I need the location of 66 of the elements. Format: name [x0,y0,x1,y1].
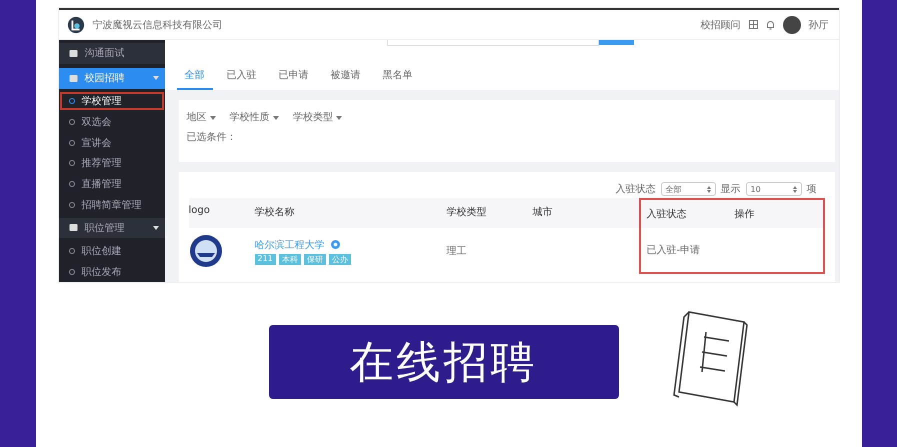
sidebar-group[interactable]: 校园招聘 [58,68,164,89]
sidebar-item[interactable]: 直播管理 [58,174,164,195]
sidebar-item[interactable]: 招聘简章管理 [58,194,164,216]
status-filter-label: 入驻状态 [616,182,656,196]
user-avatar[interactable] [782,16,800,34]
tab[interactable]: 已入驻 [218,64,264,90]
company-name: 宁波魔视云信息科技有限公司 [92,18,222,32]
menu-icon [68,223,78,232]
tab[interactable]: 全部 [176,64,212,90]
sidebar-group[interactable]: 职位管理 [58,218,164,238]
school-tag: 公办 [328,254,351,264]
updown-caret-icon [706,186,710,192]
filter-dropdown[interactable]: 学校类型 [292,110,342,124]
tab[interactable]: 黑名单 [374,64,420,90]
bell-icon[interactable] [766,20,774,30]
table-cell-text: 理工 [446,245,468,258]
filter-dropdown[interactable]: 学校性质 [230,110,279,124]
sidebar-item[interactable]: 宣讲会 [58,132,164,154]
tab[interactable]: 已申请 [270,64,316,90]
menu-icon [68,48,78,58]
column-header: 学校名称 [254,198,446,228]
page-size-select[interactable]: 10 [746,182,802,196]
sidebar-item[interactable]: 职位发布 [58,261,164,282]
banner-title: 在线招聘 [268,325,618,399]
table-cell-text: 已入驻-申请 [646,244,702,257]
dot-icon [68,140,74,146]
menu-icon [68,74,78,83]
caret-icon [272,116,279,120]
column-header: 城市 [532,198,638,228]
tab[interactable]: 被邀请 [322,64,368,90]
school-tag: 211 [254,254,276,264]
sidebar-group[interactable]: 沟通面试 [58,43,164,64]
updown-caret-icon [792,186,796,192]
filter-dropdown[interactable]: 地区 [186,110,216,124]
dot-icon [68,118,74,125]
user-name[interactable]: 孙厅 [808,18,828,32]
sidebar-item[interactable]: 学校管理 [58,90,164,112]
caret-icon [210,116,216,120]
dot-icon [68,181,74,188]
status-select[interactable]: 全部 [660,182,716,196]
dot-icon [68,160,74,166]
column-header: 学校类型 [446,198,532,228]
caret-icon [152,226,158,230]
header-link[interactable]: 校招顾问 [700,18,740,32]
dot-icon [68,98,74,104]
dot-icon [68,202,74,208]
selected-conditions-label: 已选条件： [186,130,238,144]
company-logo-icon [66,16,84,34]
sidebar-item[interactable]: 推荐管理 [58,153,164,174]
search-field[interactable] [386,40,598,46]
page-size-label: 显示 [720,183,740,196]
sidebar-item[interactable]: 职位创建 [58,240,164,262]
sidebar-item[interactable]: 双选会 [58,111,164,132]
grid-icon[interactable] [748,20,758,29]
column-header: logo [188,198,254,228]
column-header: 操作 [734,198,824,228]
column-header: 入驻状态 [638,198,734,228]
dot-icon [68,268,74,275]
school-tag: 保研 [304,254,326,264]
page-size-suffix: 项 [806,183,816,196]
dot-icon [68,248,74,254]
caret-icon [152,76,158,80]
badge-icon [330,240,340,249]
school-crest-icon [188,234,222,268]
caret-icon [336,116,342,120]
school-tag: 本科 [278,254,301,264]
